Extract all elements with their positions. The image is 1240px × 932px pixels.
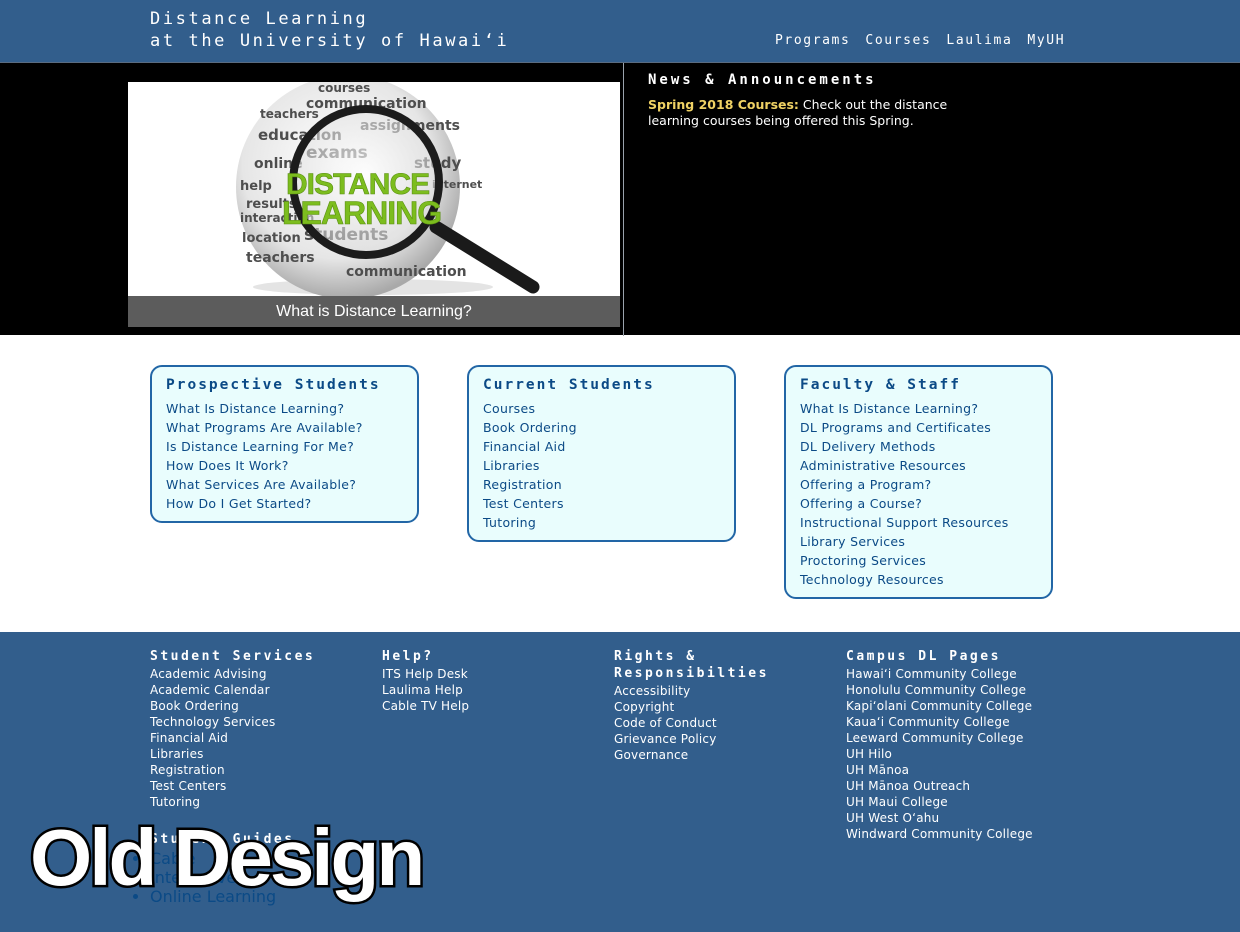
faculty-link[interactable]: Instructional Support Resources — [800, 513, 1037, 532]
site-title-line1: Distance Learning — [150, 9, 369, 29]
panel-title-current: Current Students — [483, 377, 655, 393]
panel-title-faculty: Faculty & Staff — [800, 377, 961, 393]
prospective-link[interactable]: Is Distance Learning For Me? — [166, 437, 403, 456]
faculty-link[interactable]: Technology Resources — [800, 570, 1037, 589]
footer-link[interactable]: Academic Calendar — [150, 682, 370, 698]
footer-link[interactable]: UH Mānoa — [846, 762, 1066, 778]
footer-link[interactable]: UH Hilo — [846, 746, 1066, 762]
nav-courses-link[interactable]: Courses — [865, 33, 931, 48]
faculty-link[interactable]: Administrative Resources — [800, 456, 1037, 475]
faculty-link[interactable]: Offering a Program? — [800, 475, 1037, 494]
footer-link[interactable]: Book Ordering — [150, 698, 370, 714]
footer-title-campus: Campus DL Pages — [846, 649, 1001, 664]
prospective-link[interactable]: How Does It Work? — [166, 456, 403, 475]
footer-title-rights-line2: Responsibilties — [614, 666, 769, 681]
faculty-link[interactable]: DL Programs and Certificates — [800, 418, 1037, 437]
current-link[interactable]: Test Centers — [483, 494, 720, 513]
current-link[interactable]: Book Ordering — [483, 418, 720, 437]
footer-link[interactable]: ITS Help Desk — [382, 666, 602, 682]
faculty-link[interactable]: What Is Distance Learning? — [800, 399, 1037, 418]
footer-help: Help? ITS Help Desk Laulima Help Cable T… — [382, 649, 602, 714]
footer-link[interactable]: Leeward Community College — [846, 730, 1066, 746]
hero-section: courses communication teachers assignmen… — [0, 62, 1240, 336]
faculty-staff-panel: Faculty & Staff What Is Distance Learnin… — [784, 365, 1053, 599]
hero-divider — [623, 63, 624, 336]
footer-student-services: Student Services Academic Advising Acade… — [150, 649, 370, 810]
footer-link[interactable]: Windward Community College — [846, 826, 1066, 842]
footer-link[interactable]: UH Mānoa Outreach — [846, 778, 1066, 794]
distance-learning-banner[interactable]: courses communication teachers assignmen… — [128, 82, 620, 327]
footer-link[interactable]: Test Centers — [150, 778, 370, 794]
footer-link[interactable]: UH Maui College — [846, 794, 1066, 810]
current-students-panel: Current Students Courses Book Ordering F… — [467, 365, 736, 542]
magnifier-sphere-illustration: courses communication teachers assignmen… — [128, 82, 620, 299]
current-link[interactable]: Courses — [483, 399, 720, 418]
site-header: Distance Learning at the University of H… — [0, 0, 1240, 62]
footer-title-help: Help? — [382, 649, 434, 664]
footer-link[interactable]: Grievance Policy — [614, 731, 834, 747]
hero-caption: What is Distance Learning? — [128, 296, 620, 327]
footer-link[interactable]: Governance — [614, 747, 834, 763]
footer-campus: Campus DL Pages Hawaiʻi Community Colleg… — [846, 649, 1066, 842]
sphere-word-teachers-top: teachers — [260, 107, 319, 121]
footer-link[interactable]: Registration — [150, 762, 370, 778]
sphere-word-teachers-bottom: teachers — [246, 250, 315, 266]
footer-link[interactable]: UH West Oʻahu — [846, 810, 1066, 826]
footer-link[interactable]: Academic Advising — [150, 666, 370, 682]
faculty-link[interactable]: Offering a Course? — [800, 494, 1037, 513]
faculty-link[interactable]: Library Services — [800, 532, 1037, 551]
site-title[interactable]: Distance Learning at the University of H… — [150, 8, 509, 52]
footer-link[interactable]: Technology Services — [150, 714, 370, 730]
site-title-line2: at the University of Hawaiʻi — [150, 31, 510, 51]
sphere-word-communication-bottom: communication — [346, 264, 467, 280]
footer-link[interactable]: Tutoring — [150, 794, 370, 810]
footer-title-student-services: Student Services — [150, 649, 316, 664]
footer-link[interactable]: Kauaʻi Community College — [846, 714, 1066, 730]
top-nav: Programs Courses Laulima MyUH — [775, 33, 1065, 48]
footer-link[interactable]: Code of Conduct — [614, 715, 834, 731]
nav-laulima-link[interactable]: Laulima — [946, 33, 1012, 48]
current-link[interactable]: Financial Aid — [483, 437, 720, 456]
footer-title-rights-line1: Rights & — [614, 649, 697, 664]
sphere-word-learning: LEARNING — [282, 195, 441, 231]
current-link[interactable]: Registration — [483, 475, 720, 494]
footer-link[interactable]: Laulima Help — [382, 682, 602, 698]
prospective-students-panel: Prospective Students What Is Distance Le… — [150, 365, 419, 523]
sphere-word-courses-top: courses — [318, 82, 370, 95]
current-link[interactable]: Libraries — [483, 456, 720, 475]
faculty-link[interactable]: Proctoring Services — [800, 551, 1037, 570]
news-title: News & Announcements — [648, 72, 877, 88]
nav-programs-link[interactable]: Programs — [775, 33, 850, 48]
prospective-link[interactable]: What Programs Are Available? — [166, 418, 403, 437]
prospective-link[interactable]: How Do I Get Started? — [166, 494, 403, 513]
footer-rights: Rights & Responsibilties Accessibility C… — [614, 649, 834, 763]
footer-link[interactable]: Hawaiʻi Community College — [846, 666, 1066, 682]
panel-title-prospective: Prospective Students — [166, 377, 381, 393]
prospective-link[interactable]: What Services Are Available? — [166, 475, 403, 494]
faculty-link[interactable]: DL Delivery Methods — [800, 437, 1037, 456]
sphere-word-help: help — [240, 179, 272, 194]
news-item[interactable]: Spring 2018 Courses: Check out the dista… — [648, 97, 978, 129]
footer-link[interactable]: Kapiʻolani Community College — [846, 698, 1066, 714]
current-link[interactable]: Tutoring — [483, 513, 720, 532]
old-design-overlay-label: Old Design — [27, 811, 427, 905]
footer-link[interactable]: Accessibility — [614, 683, 834, 699]
footer-link[interactable]: Financial Aid — [150, 730, 370, 746]
footer-link[interactable]: Libraries — [150, 746, 370, 762]
footer-link[interactable]: Copyright — [614, 699, 834, 715]
footer-link[interactable]: Cable TV Help — [382, 698, 602, 714]
footer-link[interactable]: Honolulu Community College — [846, 682, 1066, 698]
nav-myuh-link[interactable]: MyUH — [1027, 33, 1065, 48]
prospective-link[interactable]: What Is Distance Learning? — [166, 399, 403, 418]
sphere-word-location: location — [242, 231, 301, 246]
news-item-highlight: Spring 2018 Courses: — [648, 97, 799, 112]
